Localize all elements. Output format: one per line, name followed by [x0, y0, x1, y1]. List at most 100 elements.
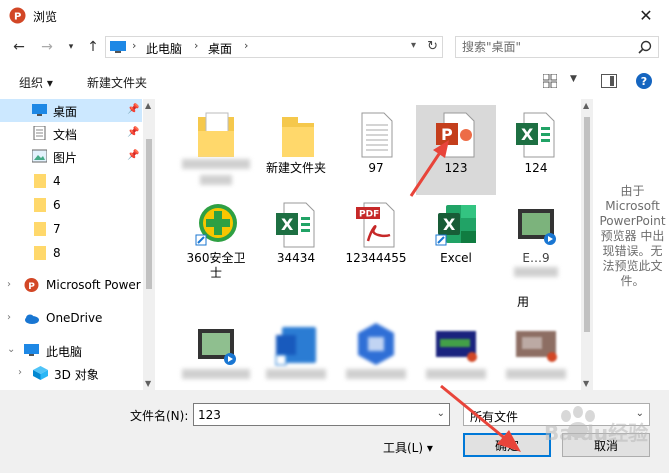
- nav-item-documents[interactable]: 文档 📌: [0, 122, 142, 145]
- file-item[interactable]: 新建文件夹: [256, 105, 336, 195]
- address-row: ← → ▾ ↑ › 此电脑 › 桌面 › ▾ ↻: [0, 31, 669, 63]
- powerpoint-app-icon: P: [9, 7, 26, 24]
- search-input[interactable]: [456, 37, 626, 57]
- nav-label: 文档: [53, 128, 78, 142]
- new-folder-button[interactable]: 新建文件夹: [87, 74, 147, 91]
- file-name: Excel: [440, 251, 472, 265]
- address-bar[interactable]: › 此电脑 › 桌面 › ▾ ↻: [105, 36, 443, 58]
- chevron-right-icon[interactable]: ›: [7, 312, 11, 323]
- file-item-selected[interactable]: P 123: [416, 105, 496, 195]
- chevron-down-icon[interactable]: ⌄: [437, 408, 445, 419]
- address-dropdown-icon[interactable]: ▾: [411, 40, 416, 51]
- view-options-icon[interactable]: [543, 74, 557, 88]
- blurred-label: [506, 369, 566, 379]
- nav-scrollbar[interactable]: ▲ ▼: [143, 99, 155, 390]
- file-name: 97: [368, 161, 384, 175]
- scrollbar-thumb[interactable]: [584, 117, 590, 332]
- pc-icon: [110, 41, 126, 53]
- video-file-icon: [518, 209, 556, 245]
- title-bar: P 浏览 ✕: [0, 0, 669, 31]
- recent-locations-button[interactable]: ▾: [62, 38, 80, 56]
- document-icon: [33, 126, 46, 140]
- scroll-down-icon[interactable]: ▼: [145, 379, 151, 388]
- file-item[interactable]: X Excel: [416, 195, 496, 285]
- organize-menu[interactable]: 组织 ▾: [19, 74, 53, 91]
- view-dropdown-icon[interactable]: ▼: [570, 74, 577, 84]
- nav-item-folder-6[interactable]: 6: [0, 194, 142, 217]
- nav-item-folder-4[interactable]: 4: [0, 170, 142, 193]
- forward-button[interactable]: →: [38, 38, 56, 56]
- chevron-right-icon[interactable]: ›: [18, 367, 22, 378]
- back-button[interactable]: ←: [10, 38, 28, 56]
- file-item[interactable]: [336, 315, 416, 390]
- file-item[interactable]: PDF 12344455: [336, 195, 416, 285]
- file-name: 360安全卫士: [186, 251, 246, 280]
- blurred-label: [346, 369, 406, 379]
- scroll-down-icon[interactable]: ▼: [583, 379, 589, 388]
- pin-icon: 📌: [127, 104, 140, 115]
- file-item[interactable]: E…9: [496, 195, 576, 285]
- file-name: 12344455: [345, 251, 407, 265]
- close-icon: ✕: [639, 6, 653, 25]
- excel-file-icon: X: [276, 202, 315, 248]
- chevron-down-icon: ▾: [68, 42, 74, 52]
- scroll-up-icon[interactable]: ▲: [145, 101, 151, 110]
- filename-input[interactable]: [194, 404, 424, 425]
- breadcrumb-separator: ›: [132, 39, 137, 52]
- file-name: 124: [524, 161, 548, 175]
- chevron-down-icon[interactable]: ⌄: [7, 344, 15, 355]
- file-item[interactable]: X 124: [496, 105, 576, 195]
- tools-menu[interactable]: 工具(L) ▾: [383, 439, 433, 456]
- nav-item-3d-objects[interactable]: › 3D 对象: [0, 362, 142, 385]
- svg-text:P: P: [28, 282, 35, 292]
- nav-item-onedrive[interactable]: › OneDrive: [0, 307, 142, 330]
- nav-label: 图片: [53, 151, 78, 165]
- scroll-up-icon[interactable]: ▲: [583, 101, 589, 110]
- navigation-pane: 桌面 📌 文档 📌 图片 📌 4 6 7 8 › P Microsoft Pow…: [0, 99, 142, 390]
- preview-pane-message: 由于 Microsoft PowerPoint 预览器 中出 现错误。无 法预览…: [596, 184, 669, 289]
- file-item[interactable]: 97: [336, 105, 416, 195]
- refresh-icon[interactable]: ↻: [427, 39, 438, 54]
- nav-item-microsoft-powerpoint[interactable]: › P Microsoft Power: [0, 274, 142, 297]
- file-item[interactable]: [416, 315, 496, 390]
- nav-item-folder-8[interactable]: 8: [0, 242, 142, 265]
- chevron-right-icon[interactable]: ›: [7, 279, 11, 290]
- arrow-left-icon: ←: [13, 39, 25, 55]
- preview-line: 法预览此文: [602, 259, 663, 273]
- folder-icon: [34, 198, 46, 212]
- blurred-label: [182, 369, 250, 379]
- search-box[interactable]: [455, 36, 659, 58]
- svg-text:P: P: [441, 125, 453, 144]
- svg-text:X: X: [281, 215, 294, 234]
- svg-text:X: X: [521, 125, 534, 144]
- breadcrumb-desktop[interactable]: 桌面: [208, 40, 232, 57]
- ok-button[interactable]: 确定: [463, 433, 551, 457]
- breadcrumb-pc[interactable]: 此电脑: [146, 40, 182, 57]
- filetype-value: 所有文件: [470, 410, 519, 424]
- file-name: 新建文件夹: [265, 161, 326, 175]
- nav-item-pictures[interactable]: 图片 📌: [0, 145, 142, 168]
- scrollbar-thumb[interactable]: [146, 139, 152, 289]
- file-item[interactable]: [496, 315, 576, 390]
- file-item[interactable]: X 34434: [256, 195, 336, 285]
- file-scrollbar[interactable]: ▲ ▼: [581, 99, 593, 390]
- close-button[interactable]: ✕: [623, 0, 669, 31]
- folder-icon: [34, 246, 46, 260]
- file-item[interactable]: [256, 315, 336, 390]
- preview-pane-icon[interactable]: [601, 74, 617, 88]
- video-file-icon: [198, 329, 236, 365]
- folder-icon: [34, 222, 46, 236]
- pin-icon: 📌: [127, 127, 140, 138]
- file-item[interactable]: [176, 105, 256, 195]
- blurred-label: [200, 175, 232, 185]
- file-item[interactable]: [176, 315, 256, 390]
- filename-field[interactable]: ⌄: [193, 403, 450, 426]
- powerpoint-file-icon: P: [436, 112, 475, 158]
- nav-item-desktop[interactable]: 桌面 📌: [0, 99, 142, 122]
- up-button[interactable]: ↑: [84, 38, 102, 56]
- nav-item-folder-7[interactable]: 7: [0, 218, 142, 241]
- file-item[interactable]: 360安全卫士: [176, 195, 256, 285]
- help-icon[interactable]: ?: [636, 73, 652, 89]
- blurred-label: [266, 369, 326, 379]
- nav-item-this-pc[interactable]: ⌄ 此电脑: [0, 339, 142, 362]
